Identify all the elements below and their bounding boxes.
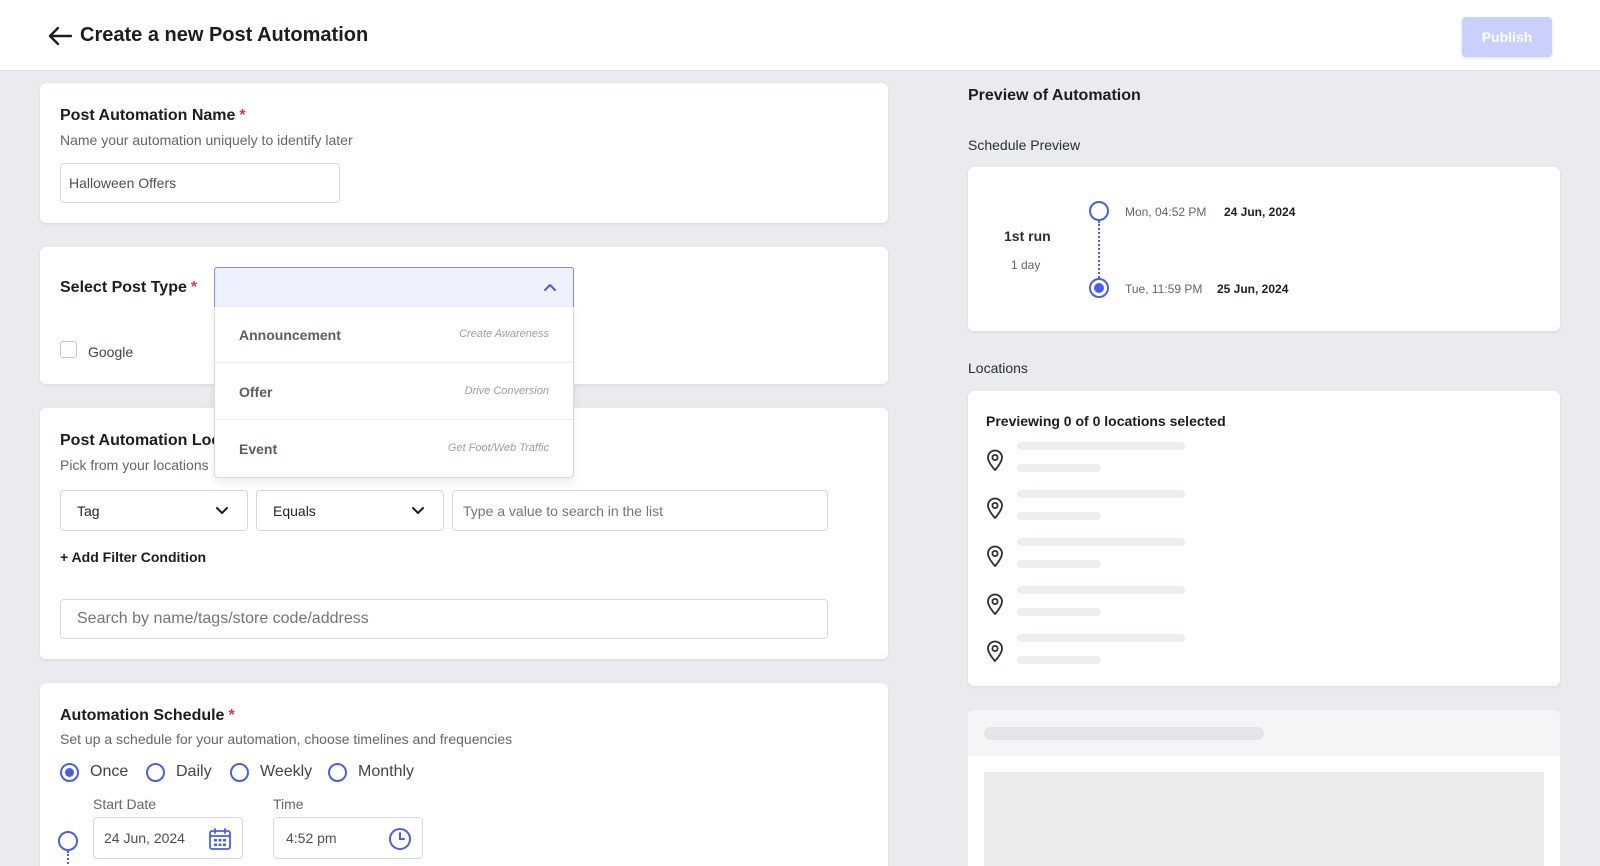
automation-name-input[interactable]: Halloween Offers bbox=[60, 163, 340, 203]
skeleton-line bbox=[1017, 442, 1185, 450]
post-type-title: Select Post Type * bbox=[60, 279, 197, 297]
automation-name-card: Post Automation Name * Name your automati… bbox=[40, 83, 888, 223]
locations-count-text: Previewing 0 of 0 locations selected bbox=[986, 413, 1226, 429]
radio-monthly[interactable] bbox=[328, 763, 347, 782]
skeleton-line bbox=[1017, 634, 1185, 642]
locations-preview-card: Previewing 0 of 0 locations selected bbox=[968, 391, 1560, 686]
locations-preview-label: Locations bbox=[968, 360, 1028, 376]
post-type-option-offer[interactable]: Offer Drive Conversion bbox=[215, 364, 573, 420]
skeleton-line bbox=[1017, 512, 1101, 520]
option-label: Offer bbox=[239, 384, 273, 400]
calendar-icon[interactable] bbox=[208, 827, 232, 851]
automation-name-subtitle: Name your automation uniquely to identif… bbox=[60, 132, 353, 148]
radio-weekly[interactable] bbox=[230, 763, 249, 782]
locations-title: Post Automation Loc bbox=[60, 432, 221, 449]
duration-label: 1 day bbox=[1011, 258, 1041, 272]
skeleton-line bbox=[1017, 464, 1101, 472]
required-mark: * bbox=[228, 707, 235, 724]
radio-once-label: Once bbox=[90, 763, 129, 780]
chevron-down-icon bbox=[216, 507, 228, 514]
timeline-end-marker bbox=[1089, 278, 1109, 298]
required-mark: * bbox=[190, 279, 198, 296]
skeleton-line bbox=[1017, 560, 1101, 568]
option-label: Announcement bbox=[239, 327, 341, 343]
top-bar: Create a new Post Automation Publish bbox=[0, 0, 1600, 71]
option-hint: Get Foot/Web Traffic bbox=[447, 442, 549, 454]
run-label: 1st run bbox=[1004, 228, 1051, 244]
automation-name-title-text: Post Automation Name bbox=[60, 107, 236, 124]
start-date-input[interactable]: 24 Jun, 2024 bbox=[93, 817, 243, 859]
start-date-label: Start Date bbox=[93, 796, 157, 812]
google-checkbox-label: Google bbox=[88, 344, 134, 360]
filter-value-input[interactable] bbox=[452, 490, 828, 531]
schedule-card: Automation Schedule * Set up a schedule f… bbox=[40, 683, 888, 866]
location-pin-icon bbox=[987, 545, 1003, 567]
post-type-option-announcement[interactable]: Announcement Create Awareness bbox=[215, 307, 573, 363]
start-time: Mon, 04:52 PM bbox=[1125, 205, 1207, 219]
location-search-input[interactable] bbox=[60, 599, 828, 639]
post-type-select[interactable] bbox=[214, 267, 574, 308]
radio-monthly-label: Monthly bbox=[358, 763, 415, 780]
skeleton-line bbox=[984, 727, 1264, 740]
filter-operator-value: Equals bbox=[273, 502, 316, 519]
automation-name-title: Post Automation Name * bbox=[60, 107, 246, 125]
location-pin-icon bbox=[987, 497, 1003, 519]
location-pin-icon bbox=[987, 593, 1003, 615]
post-image-placeholder bbox=[984, 772, 1544, 866]
end-date: 25 Jun, 2024 bbox=[1217, 282, 1289, 296]
schedule-preview-label: Schedule Preview bbox=[968, 137, 1081, 153]
post-type-title-text: Select Post Type bbox=[60, 279, 187, 296]
option-hint: Create Awareness bbox=[459, 328, 549, 340]
schedule-timeline-line bbox=[67, 851, 69, 866]
chevron-down-icon bbox=[412, 507, 424, 514]
schedule-title: Automation Schedule * bbox=[60, 707, 235, 725]
page-title: Create a new Post Automation bbox=[80, 24, 369, 46]
location-pin-icon bbox=[987, 640, 1003, 662]
clock-icon[interactable] bbox=[388, 827, 412, 851]
schedule-timeline-start bbox=[58, 831, 78, 851]
time-input[interactable]: 4:52 pm bbox=[273, 817, 423, 859]
start-date: 24 Jun, 2024 bbox=[1224, 205, 1296, 219]
radio-weekly-label: Weekly bbox=[260, 763, 313, 780]
post-type-option-event[interactable]: Event Get Foot/Web Traffic bbox=[215, 421, 573, 477]
option-label: Event bbox=[239, 441, 278, 457]
schedule-subtitle: Set up a schedule for your automation, c… bbox=[60, 731, 513, 747]
radio-daily[interactable] bbox=[146, 763, 165, 782]
start-date-value: 24 Jun, 2024 bbox=[104, 830, 185, 846]
time-value: 4:52 pm bbox=[286, 830, 337, 846]
end-time: Tue, 11:59 PM bbox=[1125, 282, 1203, 296]
skeleton-line bbox=[1017, 656, 1101, 664]
skeleton-line bbox=[1017, 608, 1101, 616]
schedule-preview-card: 1st run 1 day Mon, 04:52 PM 24 Jun, 2024… bbox=[968, 167, 1560, 331]
post-type-dropdown: Announcement Create Awareness Offer Driv… bbox=[214, 307, 574, 478]
publish-button[interactable]: Publish bbox=[1462, 17, 1552, 57]
skeleton-line bbox=[1017, 538, 1185, 546]
add-filter-condition-button[interactable]: + Add Filter Condition bbox=[60, 549, 206, 565]
radio-daily-label: Daily bbox=[176, 763, 212, 780]
google-checkbox[interactable] bbox=[60, 341, 77, 358]
location-pin-icon bbox=[987, 449, 1003, 471]
time-label: Time bbox=[273, 796, 304, 812]
timeline-connector bbox=[1098, 221, 1100, 278]
skeleton-line bbox=[1017, 490, 1185, 498]
filter-field-select[interactable]: Tag bbox=[60, 490, 248, 531]
radio-once[interactable] bbox=[60, 763, 79, 782]
skeleton-line bbox=[1017, 586, 1185, 594]
chevron-up-icon bbox=[544, 284, 556, 291]
required-mark: * bbox=[239, 107, 246, 124]
preview-title: Preview of Automation bbox=[968, 87, 1141, 104]
back-arrow-icon[interactable] bbox=[47, 24, 73, 48]
schedule-title-text: Automation Schedule bbox=[60, 707, 225, 724]
filter-field-value: Tag bbox=[77, 502, 100, 519]
post-preview-card bbox=[968, 710, 1560, 866]
locations-subtitle: Pick from your locations bbox=[60, 457, 209, 473]
option-hint: Drive Conversion bbox=[464, 385, 549, 397]
filter-operator-select[interactable]: Equals bbox=[256, 490, 444, 531]
timeline-start-marker bbox=[1089, 201, 1109, 221]
